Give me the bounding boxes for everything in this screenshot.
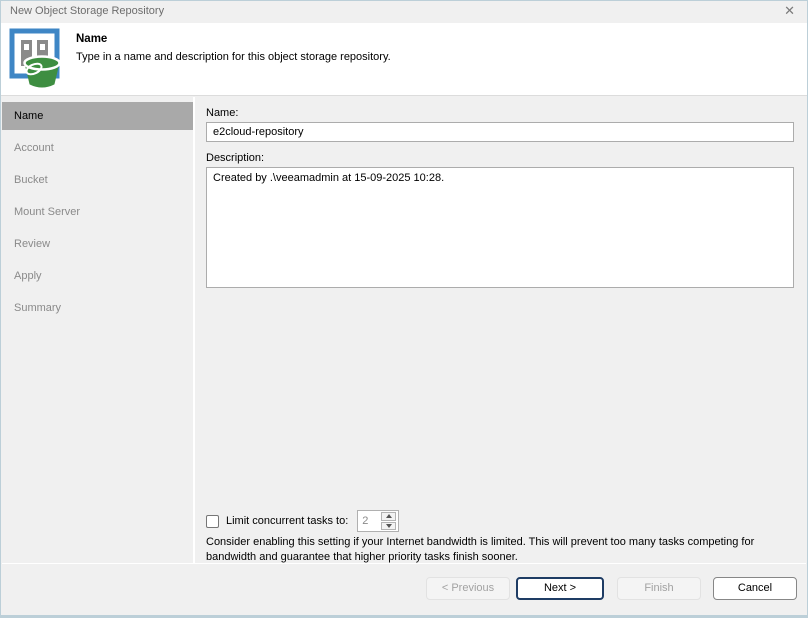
wizard-header: Name Type in a name and description for …: [1, 23, 807, 96]
object-storage-repository-icon: [8, 27, 64, 94]
limit-tasks-row: Limit concurrent tasks to:: [206, 510, 399, 532]
limit-tasks-value[interactable]: [358, 511, 380, 531]
wizard-body: Name Account Bucket Mount Server Review …: [2, 97, 806, 565]
close-icon[interactable]: ✕: [784, 3, 795, 19]
sidebar-item-review[interactable]: Review: [2, 230, 193, 258]
previous-button[interactable]: < Previous: [426, 577, 510, 600]
window-title: New Object Storage Repository: [10, 5, 164, 17]
spinner-buttons: [380, 511, 397, 531]
limit-tasks-spinner: [357, 510, 399, 532]
spinner-up-button[interactable]: [381, 512, 396, 521]
step-subtitle: Type in a name and description for this …: [76, 51, 391, 63]
titlebar: New Object Storage Repository ✕: [1, 1, 807, 23]
name-input[interactable]: [206, 122, 794, 142]
sidebar-item-apply[interactable]: Apply: [2, 262, 193, 290]
arrow-up-icon: [386, 514, 392, 518]
step-title: Name: [76, 33, 107, 45]
cancel-button[interactable]: Cancel: [713, 577, 797, 600]
name-label: Name:: [206, 107, 794, 119]
sidebar-item-mount-server[interactable]: Mount Server: [2, 198, 193, 226]
limit-tasks-label: Limit concurrent tasks to:: [226, 515, 348, 527]
sidebar-item-summary[interactable]: Summary: [2, 294, 193, 322]
wizard-steps-sidebar: Name Account Bucket Mount Server Review …: [2, 97, 195, 565]
new-object-storage-repository-wizard: New Object Storage Repository ✕ Name Typ…: [0, 0, 808, 618]
spinner-down-button[interactable]: [381, 522, 396, 531]
bandwidth-helper-text: Consider enabling this setting if your I…: [206, 535, 798, 565]
finish-button[interactable]: Finish: [617, 577, 701, 600]
sidebar-item-name[interactable]: Name: [2, 102, 193, 130]
arrow-down-icon: [386, 524, 392, 528]
description-label: Description:: [206, 152, 794, 164]
next-button[interactable]: Next >: [516, 577, 604, 600]
sidebar-item-account[interactable]: Account: [2, 134, 193, 162]
wizard-content: Name: Description: Created by .\veeamadm…: [206, 97, 794, 565]
sidebar-item-bucket[interactable]: Bucket: [2, 166, 193, 194]
limit-tasks-checkbox[interactable]: [206, 515, 219, 528]
description-textarea[interactable]: Created by .\veeamadmin at 15-09-2025 10…: [206, 167, 794, 288]
wizard-footer: < Previous Next > Finish Cancel: [2, 563, 806, 612]
